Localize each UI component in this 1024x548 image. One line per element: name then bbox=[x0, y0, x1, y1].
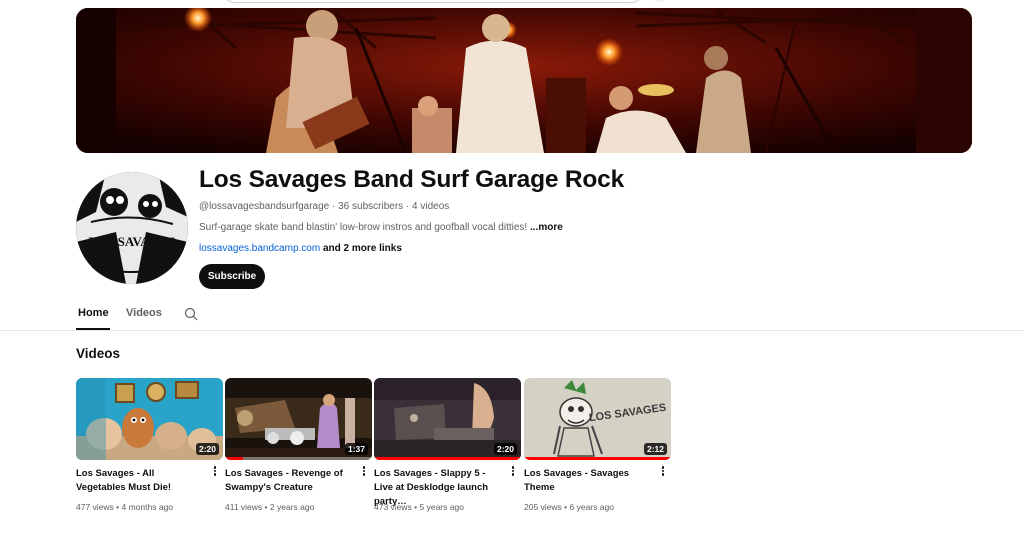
more-options-icon[interactable] bbox=[210, 465, 220, 479]
video-card: 1:37 Los Savages - Revenge of Swampy's C… bbox=[225, 378, 372, 512]
top-mic-icon[interactable] bbox=[652, 0, 666, 2]
view-count: 205 views bbox=[524, 502, 562, 512]
upload-age: 5 years ago bbox=[419, 502, 464, 512]
bandcamp-link[interactable]: lossavages.bandcamp.com bbox=[199, 243, 320, 254]
video-card: 2:20 Los Savages - Slappy 5 - Live at De… bbox=[374, 378, 521, 512]
channel-title: Los Savages Band Surf Garage Rock bbox=[199, 166, 625, 193]
channel-handle: @lossavagesbandsurfgarage bbox=[199, 201, 330, 212]
meta-separator: • bbox=[411, 502, 420, 512]
description-text: Surf-garage skate band blastin' low-brow… bbox=[199, 222, 528, 233]
meta-separator: • bbox=[113, 502, 122, 512]
video-count: 4 videos bbox=[412, 201, 450, 212]
subscribe-button[interactable]: Subscribe bbox=[199, 264, 265, 289]
view-count: 473 views bbox=[374, 502, 412, 512]
video-meta: 477 views • 4 months ago bbox=[76, 502, 173, 512]
upload-age: 4 months ago bbox=[121, 502, 174, 512]
more-options-icon[interactable] bbox=[508, 465, 518, 479]
channel-meta: @lossavagesbandsurfgarage · 36 subscribe… bbox=[199, 201, 449, 212]
video-title[interactable]: Los Savages - Savages Theme bbox=[524, 467, 652, 495]
video-meta: 473 views • 5 years ago bbox=[374, 502, 464, 512]
view-count: 411 views bbox=[225, 502, 263, 512]
video-thumbnail[interactable]: 2:20 bbox=[374, 378, 521, 460]
duration-badge: 2:20 bbox=[195, 443, 219, 455]
duration-badge: 2:20 bbox=[493, 443, 517, 455]
section-title: Videos bbox=[76, 346, 121, 361]
more-options-icon[interactable] bbox=[359, 465, 369, 479]
upload-age: 6 years ago bbox=[569, 502, 614, 512]
video-meta: 411 views • 2 years ago bbox=[225, 502, 314, 512]
more-options-icon[interactable] bbox=[658, 465, 668, 479]
meta-separator: • bbox=[262, 502, 270, 512]
video-title[interactable]: Los Savages - All Vegetables Must Die! bbox=[76, 467, 204, 495]
meta-separator: • bbox=[561, 502, 570, 512]
view-count: 477 views bbox=[76, 502, 114, 512]
avatar-text: LOS SAVAGES bbox=[88, 234, 175, 249]
tabs-divider bbox=[0, 330, 1024, 331]
video-thumbnail[interactable]: LOS SAVAGES 2:12 bbox=[524, 378, 671, 460]
progress-track bbox=[225, 457, 372, 460]
search-icon[interactable] bbox=[184, 307, 198, 321]
duration-badge: 2:12 bbox=[643, 443, 667, 455]
upload-age: 2 years ago bbox=[269, 502, 315, 512]
channel-description[interactable]: Surf-garage skate band blastin' low-brow… bbox=[199, 222, 563, 233]
video-card: LOS SAVAGES 2:12 Los Savages - Savages T… bbox=[524, 378, 671, 512]
channel-banner bbox=[76, 8, 972, 153]
video-card: 2:20 Los Savages - All Vegetables Must D… bbox=[76, 378, 223, 512]
top-search-bar[interactable] bbox=[222, 0, 644, 3]
video-meta: 205 views • 6 years ago bbox=[524, 502, 614, 512]
video-title[interactable]: Los Savages - Revenge of Swampy's Creatu… bbox=[225, 467, 353, 495]
duration-badge: 1:37 bbox=[344, 443, 368, 455]
watch-progress-bar bbox=[524, 457, 671, 460]
more-button[interactable]: ...more bbox=[530, 222, 563, 233]
watch-progress-bar bbox=[374, 457, 521, 460]
more-links-button[interactable]: and 2 more links bbox=[323, 243, 402, 254]
video-thumbnail[interactable]: 2:20 bbox=[76, 378, 223, 460]
watch-progress-bar bbox=[225, 457, 243, 460]
subscriber-count: 36 subscribers bbox=[338, 201, 404, 212]
video-thumbnail[interactable]: 1:37 bbox=[225, 378, 372, 460]
tab-videos[interactable]: Videos bbox=[126, 307, 162, 319]
tab-home[interactable]: Home bbox=[78, 307, 109, 319]
channel-links: lossavages.bandcamp.com and 2 more links bbox=[199, 243, 402, 254]
channel-avatar[interactable]: LOS SAVAGES bbox=[76, 172, 188, 284]
